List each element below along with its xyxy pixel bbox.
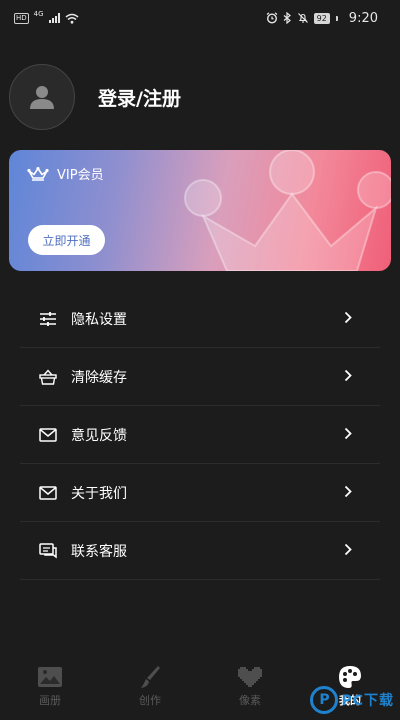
menu-item-clear-cache[interactable]: 清除缓存 — [20, 348, 380, 406]
settings-menu: 隐私设置 清除缓存 意见反馈 关于我们 联系客服 — [20, 290, 380, 580]
clock: 9:20 — [348, 10, 378, 26]
network-label: 4G — [33, 9, 44, 18]
nav-item-create[interactable]: 创作 — [100, 664, 200, 708]
basket-icon — [38, 367, 58, 387]
menu-item-feedback[interactable]: 意见反馈 — [20, 406, 380, 464]
hd-badge: HD — [14, 12, 29, 24]
image-icon — [37, 664, 63, 690]
alarm-icon — [266, 12, 278, 24]
nav-label: 像素 — [239, 694, 261, 707]
battery-indicator: 92 — [313, 12, 330, 24]
menu-item-contact-service[interactable]: 联系客服 — [20, 522, 380, 580]
menu-item-label: 关于我们 — [71, 485, 127, 502]
profile-header[interactable]: 登录/注册 — [9, 64, 181, 130]
chat-icon — [38, 541, 58, 561]
bluetooth-icon — [283, 12, 292, 24]
watermark-text: PC下载 — [341, 693, 394, 709]
vip-title-label: VIP会员 — [57, 168, 104, 183]
menu-item-label: 意见反馈 — [71, 427, 127, 444]
vip-card[interactable]: VIP会员 立即开通 — [9, 150, 391, 271]
battery-tip — [335, 15, 338, 21]
status-right: 92 9:20 — [266, 11, 378, 26]
nav-item-album[interactable]: 画册 — [0, 664, 100, 708]
chevron-right-icon — [344, 543, 352, 556]
chevron-right-icon — [344, 485, 352, 498]
mail-icon — [38, 425, 58, 445]
brush-icon — [139, 664, 161, 690]
menu-item-label: 清除缓存 — [71, 369, 127, 386]
status-bar: HD 4G 92 9:20 — [0, 0, 400, 36]
crown-icon — [27, 166, 49, 181]
user-icon — [30, 86, 54, 109]
sliders-icon — [38, 309, 58, 329]
nav-label: 创作 — [139, 694, 161, 707]
nav-label: 画册 — [39, 694, 61, 707]
menu-item-about-us[interactable]: 关于我们 — [20, 464, 380, 522]
open-vip-button[interactable]: 立即开通 — [28, 225, 105, 255]
chevron-right-icon — [344, 369, 352, 382]
chevron-right-icon — [344, 427, 352, 440]
mail-icon — [38, 483, 58, 503]
crown-decoration-icon — [184, 150, 391, 271]
status-left: HD 4G — [14, 9, 79, 24]
menu-item-label: 联系客服 — [71, 543, 127, 560]
login-register-link[interactable]: 登录/注册 — [98, 84, 181, 111]
menu-item-label: 隐私设置 — [71, 311, 127, 328]
mute-icon — [297, 12, 309, 24]
avatar[interactable] — [9, 64, 75, 130]
chevron-right-icon — [344, 311, 352, 324]
pixel-heart-icon — [236, 664, 264, 690]
wifi-icon — [65, 13, 79, 24]
menu-item-privacy-settings[interactable]: 隐私设置 — [20, 290, 380, 348]
vip-title: VIP会员 — [27, 164, 104, 183]
watermark-icon: P — [310, 686, 339, 714]
watermark-logo: P PC下载 — [310, 686, 394, 714]
signal-icon — [48, 13, 60, 23]
nav-item-pixel[interactable]: 像素 — [200, 664, 300, 708]
